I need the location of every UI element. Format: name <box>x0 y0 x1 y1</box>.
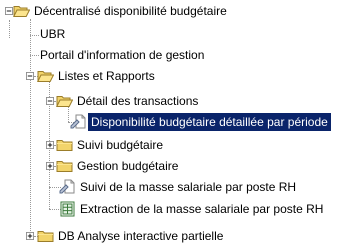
tree-node-label: Suivi budgétaire <box>77 138 164 152</box>
tree-node-label: UBR <box>40 27 66 41</box>
report-icon <box>70 114 86 129</box>
tree-node-label: Disponibilité budgétaire détaillée par p… <box>88 113 331 131</box>
expand-toggle-icon[interactable] <box>46 141 54 149</box>
collapse-toggle-icon[interactable] <box>5 7 13 15</box>
tree-connector <box>30 19 31 237</box>
tree-item-disponibilite-detaillee[interactable]: Disponibilité budgétaire détaillée par p… <box>70 112 331 132</box>
spreadsheet-icon <box>60 201 75 217</box>
expand-toggle-icon[interactable] <box>46 162 54 170</box>
tree-node-label: Détail des transactions <box>77 94 199 108</box>
tree-node-label: Gestion budgétaire <box>77 159 179 173</box>
tree-item-suivi-masse-salariale[interactable]: Suivi de la masse salariale par poste RH <box>59 177 299 197</box>
report-icon <box>59 179 75 194</box>
tree-item-extraction-masse-salariale[interactable]: Extraction de la masse salariale par pos… <box>59 199 326 219</box>
folder-closed-icon <box>56 140 73 151</box>
folder-closed-icon <box>37 231 54 242</box>
folder-open-icon <box>56 96 73 107</box>
tree-node-label: Listes et Rapports <box>58 69 155 83</box>
folder-closed-icon <box>56 161 73 172</box>
tree-item-gestion-budgetaire[interactable]: Gestion budgétaire <box>56 156 181 176</box>
tree-item-ubr[interactable]: UBR <box>37 24 68 44</box>
tree-node-label: DB Analyse interactive partielle <box>58 229 224 243</box>
folder-open-icon <box>37 71 54 82</box>
tree-node-label: Décentralisé disponibilité budgétaire <box>34 4 227 18</box>
tree-node-label: Extraction de la masse salariale par pos… <box>80 202 324 216</box>
tree-item-db-analyse[interactable]: DB Analyse interactive partielle <box>37 226 226 246</box>
collapse-toggle-icon[interactable] <box>46 97 54 105</box>
tree-connector <box>9 20 10 38</box>
folder-open-icon <box>13 6 30 17</box>
tree-node-label: Suivi de la masse salariale par poste RH <box>80 180 297 194</box>
tree-item-listes-rapports[interactable]: Listes et Rapports <box>37 66 158 86</box>
tree-item-portail[interactable]: Portail d'information de gestion <box>37 45 207 65</box>
tree-item-suivi-budgetaire[interactable]: Suivi budgétaire <box>56 135 166 155</box>
navigation-tree: Décentralisé disponibilité budgétaire UB… <box>0 0 358 248</box>
tree-node-label: Portail d'information de gestion <box>40 48 205 62</box>
expand-toggle-icon[interactable] <box>26 232 34 240</box>
collapse-toggle-icon[interactable] <box>26 72 34 80</box>
tree-root-node[interactable]: Décentralisé disponibilité budgétaire <box>13 1 230 21</box>
tree-item-detail-transactions[interactable]: Détail des transactions <box>56 91 201 111</box>
